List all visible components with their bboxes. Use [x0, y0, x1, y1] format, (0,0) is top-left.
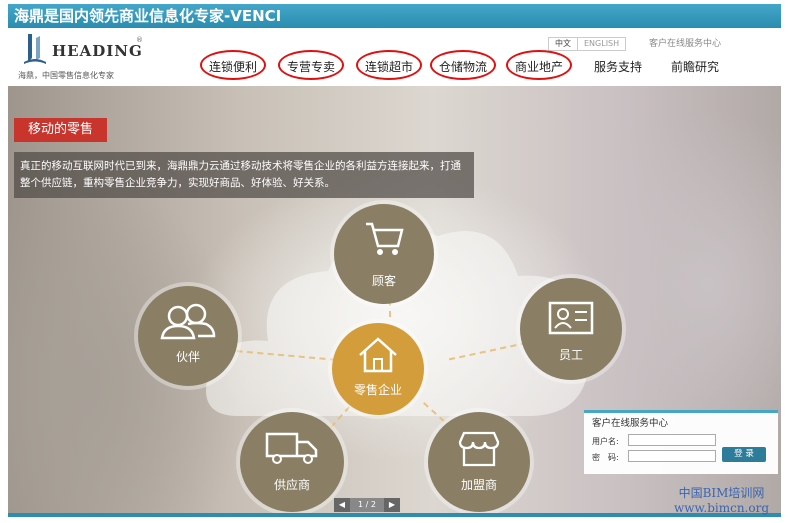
- nav-item-specialty-store[interactable]: 专营专卖: [287, 58, 335, 75]
- logo-registered-mark: ®: [136, 36, 143, 44]
- watermark-line-2: www.bimcn.org: [674, 501, 770, 515]
- username-input[interactable]: [628, 434, 716, 446]
- node-staff[interactable]: 员工: [520, 278, 622, 380]
- node-center-label: 零售企业: [353, 383, 402, 397]
- title-bar: 海鼎是国内领先商业信息化专家-VENCI: [8, 4, 781, 28]
- login-title: 客户在线服务中心: [592, 418, 669, 429]
- storefront-icon: [458, 431, 500, 467]
- site-header: HEADING ® 海鼎，中国零售信息化专家 中文 ENGLISH 客户在线服务…: [8, 28, 781, 87]
- nav-item-service-support[interactable]: 服务支持: [594, 58, 642, 75]
- truck-icon: [265, 432, 318, 464]
- nav-item-forward-research[interactable]: 前瞻研究: [671, 58, 719, 75]
- hero-banner: 移动的零售 真正的移动互联网时代已到来，海鼎鼎力云通过移动技术将零售企业的各利益…: [8, 86, 781, 513]
- password-label: 密 码:: [592, 453, 619, 462]
- node-supplier-label: 供应商: [273, 478, 310, 492]
- id-card-icon: [548, 301, 594, 335]
- login-button[interactable]: 登 录: [722, 447, 766, 462]
- node-partner-label: 伙伴: [175, 350, 200, 364]
- node-franchise[interactable]: 加盟商: [428, 412, 530, 512]
- nav-item-chain-convenience[interactable]: 连锁便利: [209, 58, 257, 75]
- login-panel: 客户在线服务中心 用户名: 密 码: 登 录: [584, 410, 778, 474]
- node-customer[interactable]: 顾客: [334, 204, 434, 304]
- banner-pager: ◀ 1 / 2 ▶: [334, 498, 400, 512]
- node-customer-label: 顾客: [371, 274, 396, 288]
- pager-indicator: 1 / 2: [350, 498, 384, 512]
- shopping-cart-icon: [366, 222, 404, 255]
- pager-next-button[interactable]: ▶: [384, 498, 400, 512]
- watermark: 中国BIM培训网 www.bimcn.org: [674, 486, 769, 516]
- banner-description: 真正的移动互联网时代已到来，海鼎鼎力云通过移动技术将零售企业的各利益方连接起来，…: [14, 152, 474, 198]
- node-partner[interactable]: 伙伴: [138, 286, 238, 386]
- page-frame: 海鼎是国内领先商业信息化专家-VENCI HEADING ® 海鼎，中国零售信息…: [8, 0, 781, 523]
- partners-icon: [160, 303, 216, 340]
- nav-item-warehouse-logistics[interactable]: 仓储物流: [439, 58, 487, 75]
- node-franchise-label: 加盟商: [460, 478, 497, 492]
- nav-item-chain-supermarket[interactable]: 连锁超市: [365, 58, 413, 75]
- banner-tag: 移动的零售: [14, 118, 108, 142]
- node-supplier[interactable]: 供应商: [240, 412, 344, 512]
- bottom-bar: [8, 513, 781, 517]
- password-input[interactable]: [628, 450, 716, 462]
- house-icon: [359, 337, 397, 373]
- node-staff-label: 员工: [558, 348, 583, 362]
- main-nav: 连锁便利 专营专卖 连锁超市 仓储物流 商业地产 服务支持 前瞻研究: [8, 48, 781, 84]
- nav-item-commercial-real-estate[interactable]: 商业地产: [515, 58, 563, 75]
- watermark-line-1: 中国BIM培训网: [678, 486, 765, 500]
- pager-prev-button[interactable]: ◀: [334, 498, 350, 512]
- username-label: 用户名:: [592, 437, 619, 446]
- node-retail-enterprise[interactable]: 零售企业: [332, 323, 424, 415]
